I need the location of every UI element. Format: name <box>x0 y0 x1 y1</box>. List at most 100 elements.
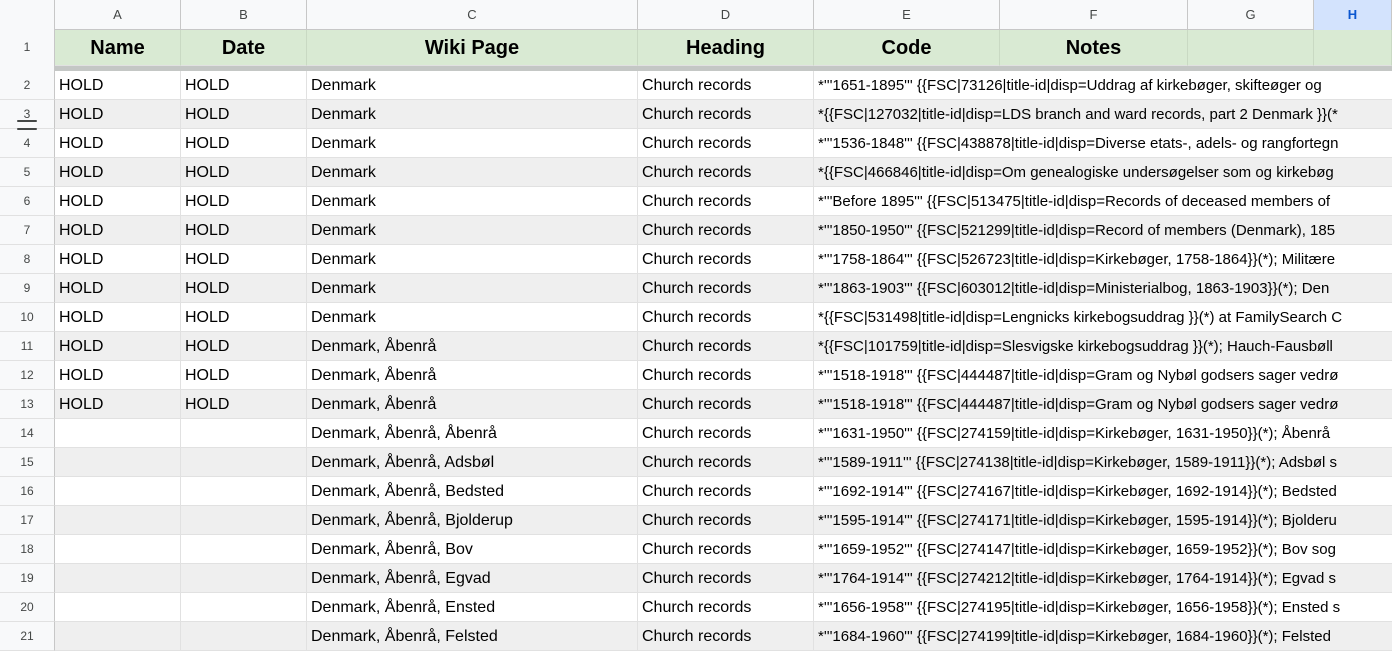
name-cell[interactable] <box>55 593 181 622</box>
heading-cell[interactable]: Church records <box>638 71 814 100</box>
date-cell[interactable]: HOLD <box>181 216 307 245</box>
date-cell[interactable] <box>181 477 307 506</box>
date-cell[interactable]: HOLD <box>181 361 307 390</box>
wiki-page-cell[interactable]: Denmark, Åbenrå, Egvad <box>307 564 638 593</box>
name-cell[interactable]: HOLD <box>55 71 181 100</box>
code-cell[interactable]: *'''1692-1914''' {{FSC|274167|title-id|d… <box>814 477 1392 506</box>
date-cell[interactable] <box>181 419 307 448</box>
heading-cell[interactable]: Church records <box>638 303 814 332</box>
code-cell[interactable]: *'''1758-1864''' {{FSC|526723|title-id|d… <box>814 245 1392 274</box>
code-cell[interactable]: *'''1863-1903''' {{FSC|603012|title-id|d… <box>814 274 1392 303</box>
code-cell[interactable]: *'''1631-1950''' {{FSC|274159|title-id|d… <box>814 419 1392 448</box>
code-cell[interactable]: *{{FSC|531498|title-id|disp=Lengnicks ki… <box>814 303 1392 332</box>
wiki-page-cell[interactable]: Denmark, Åbenrå <box>307 390 638 419</box>
date-cell[interactable] <box>181 448 307 477</box>
heading-cell[interactable]: Church records <box>638 390 814 419</box>
date-cell[interactable] <box>181 506 307 535</box>
wiki-page-cell[interactable]: Denmark <box>307 71 638 100</box>
heading-cell[interactable]: Church records <box>638 245 814 274</box>
header-cell-name[interactable]: Name <box>55 30 181 66</box>
name-cell[interactable] <box>55 564 181 593</box>
column-header-b[interactable]: B <box>181 0 307 30</box>
column-header-c[interactable]: C <box>307 0 638 30</box>
date-cell[interactable]: HOLD <box>181 274 307 303</box>
header-cell-heading[interactable]: Heading <box>638 30 814 66</box>
name-cell[interactable]: HOLD <box>55 158 181 187</box>
code-cell[interactable]: *'''1651-1895''' {{FSC|73126|title-id|di… <box>814 71 1392 100</box>
name-cell[interactable] <box>55 448 181 477</box>
code-cell[interactable]: *{{FSC|101759|title-id|disp=Slesvigske k… <box>814 332 1392 361</box>
name-cell[interactable]: HOLD <box>55 100 181 129</box>
date-cell[interactable]: HOLD <box>181 187 307 216</box>
name-cell[interactable]: HOLD <box>55 187 181 216</box>
row-number[interactable]: 14 <box>0 419 55 448</box>
name-cell[interactable] <box>55 506 181 535</box>
code-cell[interactable]: *'''1595-1914''' {{FSC|274171|title-id|d… <box>814 506 1392 535</box>
row-number[interactable]: 19 <box>0 564 55 593</box>
heading-cell[interactable]: Church records <box>638 477 814 506</box>
wiki-page-cell[interactable]: Denmark <box>307 100 638 129</box>
name-cell[interactable]: HOLD <box>55 216 181 245</box>
name-cell[interactable] <box>55 535 181 564</box>
code-cell[interactable]: *'''1850-1950''' {{FSC|521299|title-id|d… <box>814 216 1392 245</box>
wiki-page-cell[interactable]: Denmark, Åbenrå <box>307 361 638 390</box>
heading-cell[interactable]: Church records <box>638 622 814 651</box>
code-cell[interactable]: *'''1764-1914''' {{FSC|274212|title-id|d… <box>814 564 1392 593</box>
date-cell[interactable] <box>181 564 307 593</box>
heading-cell[interactable]: Church records <box>638 535 814 564</box>
name-cell[interactable]: HOLD <box>55 332 181 361</box>
date-cell[interactable]: HOLD <box>181 245 307 274</box>
row-number[interactable]: 18 <box>0 535 55 564</box>
name-cell[interactable]: HOLD <box>55 390 181 419</box>
heading-cell[interactable]: Church records <box>638 361 814 390</box>
wiki-page-cell[interactable]: Denmark, Åbenrå, Bedsted <box>307 477 638 506</box>
code-cell[interactable]: *{{FSC|127032|title-id|disp=LDS branch a… <box>814 100 1392 129</box>
date-cell[interactable] <box>181 535 307 564</box>
row-number[interactable]: 2 <box>0 71 55 100</box>
date-cell[interactable]: HOLD <box>181 158 307 187</box>
row-number[interactable]: 10 <box>0 303 55 332</box>
code-cell[interactable]: *'''1518-1918''' {{FSC|444487|title-id|d… <box>814 390 1392 419</box>
name-cell[interactable] <box>55 419 181 448</box>
column-header-e[interactable]: E <box>814 0 1000 30</box>
heading-cell[interactable]: Church records <box>638 593 814 622</box>
heading-cell[interactable]: Church records <box>638 448 814 477</box>
row-number[interactable]: 12 <box>0 361 55 390</box>
heading-cell[interactable]: Church records <box>638 419 814 448</box>
wiki-page-cell[interactable]: Denmark <box>307 245 638 274</box>
wiki-page-cell[interactable]: Denmark, Åbenrå, Åbenrå <box>307 419 638 448</box>
row-number[interactable]: 15 <box>0 448 55 477</box>
code-cell[interactable]: *'''1518-1918''' {{FSC|444487|title-id|d… <box>814 361 1392 390</box>
heading-cell[interactable]: Church records <box>638 187 814 216</box>
wiki-page-cell[interactable]: Denmark, Åbenrå, Ensted <box>307 593 638 622</box>
wiki-page-cell[interactable]: Denmark, Åbenrå, Bjolderup <box>307 506 638 535</box>
date-cell[interactable]: HOLD <box>181 129 307 158</box>
name-cell[interactable]: HOLD <box>55 274 181 303</box>
select-all-corner[interactable] <box>0 0 55 30</box>
date-cell[interactable]: HOLD <box>181 390 307 419</box>
header-cell-notes[interactable]: Notes <box>1000 30 1188 66</box>
name-cell[interactable]: HOLD <box>55 129 181 158</box>
column-header-g[interactable]: G <box>1188 0 1314 30</box>
wiki-page-cell[interactable]: Denmark <box>307 158 638 187</box>
wiki-page-cell[interactable]: Denmark, Åbenrå, Bov <box>307 535 638 564</box>
header-cell-wiki-page[interactable]: Wiki Page <box>307 30 638 66</box>
row-number[interactable]: 16 <box>0 477 55 506</box>
date-cell[interactable]: HOLD <box>181 100 307 129</box>
row-number[interactable]: 4 <box>0 129 55 158</box>
row-number[interactable]: 1 <box>0 30 55 66</box>
wiki-page-cell[interactable]: Denmark, Åbenrå, Adsbøl <box>307 448 638 477</box>
heading-cell[interactable]: Church records <box>638 564 814 593</box>
row-number[interactable]: 9 <box>0 274 55 303</box>
name-cell[interactable]: HOLD <box>55 361 181 390</box>
code-cell[interactable]: *'''Before 1895''' {{FSC|513475|title-id… <box>814 187 1392 216</box>
wiki-page-cell[interactable]: Denmark <box>307 303 638 332</box>
row-number[interactable]: 17 <box>0 506 55 535</box>
row-number[interactable]: 13 <box>0 390 55 419</box>
date-cell[interactable]: HOLD <box>181 332 307 361</box>
wiki-page-cell[interactable]: Denmark <box>307 187 638 216</box>
code-cell[interactable]: *'''1684-1960''' {{FSC|274199|title-id|d… <box>814 622 1392 651</box>
row-number[interactable]: 7 <box>0 216 55 245</box>
heading-cell[interactable]: Church records <box>638 274 814 303</box>
name-cell[interactable] <box>55 622 181 651</box>
